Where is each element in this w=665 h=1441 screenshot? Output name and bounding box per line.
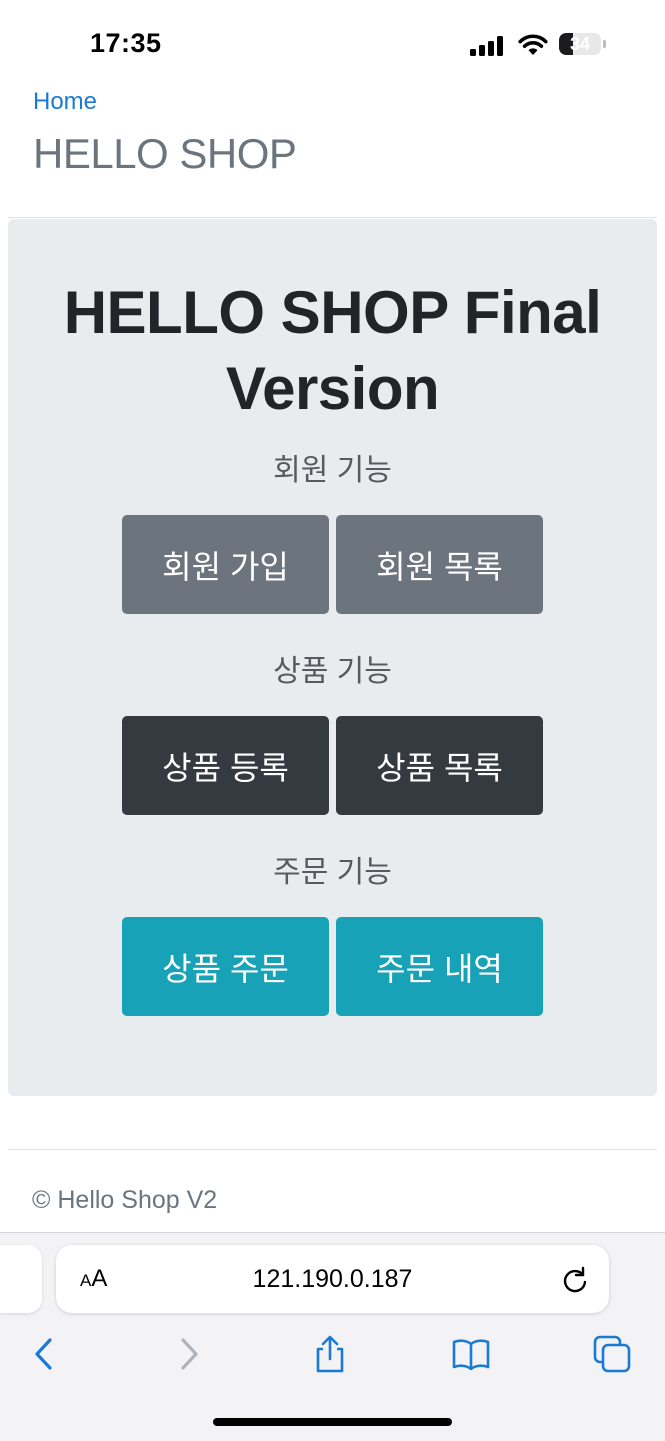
member-list-button[interactable]: 회원 목록: [336, 515, 543, 614]
cellular-signal-icon: [470, 36, 503, 56]
address-bar[interactable]: AA 121.190.0.187: [56, 1245, 609, 1313]
item-list-button[interactable]: 상품 목록: [336, 716, 543, 815]
jumbotron-title-line1: HELLO SHOP Final: [63, 279, 602, 346]
jumbotron-title-line2: Version: [225, 355, 440, 422]
status-bar: 17:35 34: [0, 0, 665, 80]
wifi-icon: [518, 34, 548, 55]
footer-copyright: © Hello Shop V2: [32, 1186, 218, 1214]
tabs-icon[interactable]: [592, 1334, 632, 1374]
forward-icon[interactable]: [168, 1334, 208, 1374]
battery-icon: 34: [559, 33, 607, 57]
bookmarks-icon[interactable]: [451, 1334, 491, 1374]
order-section-label: 주문 기능: [273, 856, 392, 889]
member-join-button[interactable]: 회원 가입: [122, 515, 329, 614]
header-divider: [8, 217, 657, 218]
home-link[interactable]: Home: [33, 88, 97, 116]
url-text[interactable]: 121.190.0.187: [56, 1265, 609, 1294]
reload-icon[interactable]: [560, 1264, 590, 1294]
footer-divider: [8, 1149, 657, 1150]
battery-percentage: 34: [569, 34, 591, 54]
site-title: HELLO SHOP: [33, 130, 297, 177]
back-icon[interactable]: [25, 1334, 65, 1374]
previous-tab-preview[interactable]: [0, 1245, 42, 1313]
jumbotron: HELLO SHOP Final Version 회원 기능 회원 가입 회원 …: [8, 219, 657, 1096]
item-section-label: 상품 기능: [273, 655, 392, 688]
item-order-button[interactable]: 상품 주문: [122, 917, 329, 1016]
item-register-button[interactable]: 상품 등록: [122, 716, 329, 815]
home-indicator: [213, 1418, 452, 1426]
status-time: 17:35: [90, 28, 162, 58]
order-history-button[interactable]: 주문 내역: [336, 917, 543, 1016]
member-section-label: 회원 기능: [273, 454, 392, 487]
share-icon[interactable]: [310, 1334, 350, 1374]
jumbotron-title: HELLO SHOP Final Version: [8, 275, 657, 427]
